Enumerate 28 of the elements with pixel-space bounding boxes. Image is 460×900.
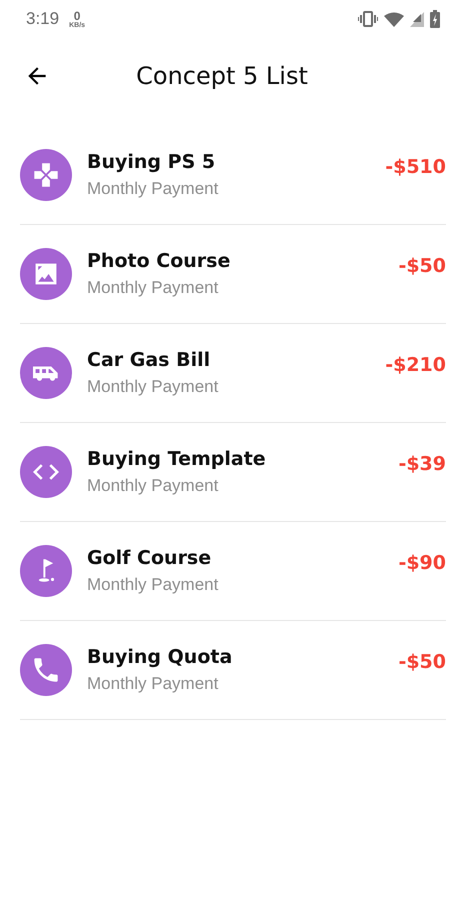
item-title: Car Gas Bill xyxy=(87,349,212,371)
signal-icon xyxy=(410,12,424,26)
item-amount: -$50 xyxy=(398,255,446,277)
item-subtitle: Monthly Payment xyxy=(87,575,220,595)
item-subtitle: Monthly Payment xyxy=(87,476,220,496)
battery-icon xyxy=(430,10,440,28)
item-amount: -$39 xyxy=(398,453,446,475)
image-icon xyxy=(33,261,59,287)
item-title: Golf Course xyxy=(87,547,212,569)
item-title: Photo Course xyxy=(87,250,232,272)
item-subtitle: Monthly Payment xyxy=(87,377,220,397)
item-title: Buying PS 5 xyxy=(87,151,216,173)
phone-icon xyxy=(33,657,59,683)
gamepad-icon xyxy=(33,162,59,188)
item-subtitle: Monthly Payment xyxy=(87,179,220,199)
item-amount: -$210 xyxy=(385,354,446,376)
item-subtitle: Monthly Payment xyxy=(87,278,220,298)
page-title: Concept 5 List xyxy=(135,62,309,90)
status-time: 3:19 xyxy=(26,9,60,29)
item-title: Buying Quota xyxy=(87,646,234,668)
item-title: Buying Template xyxy=(87,448,267,470)
wifi-icon xyxy=(384,12,404,26)
network-speed-value: 0 xyxy=(74,10,80,22)
item-amount: -$510 xyxy=(385,156,446,178)
item-subtitle: Monthly Payment xyxy=(87,674,220,694)
item-amount: -$90 xyxy=(398,552,446,574)
item-amount: -$50 xyxy=(398,651,446,673)
vibrate-icon xyxy=(358,11,378,27)
